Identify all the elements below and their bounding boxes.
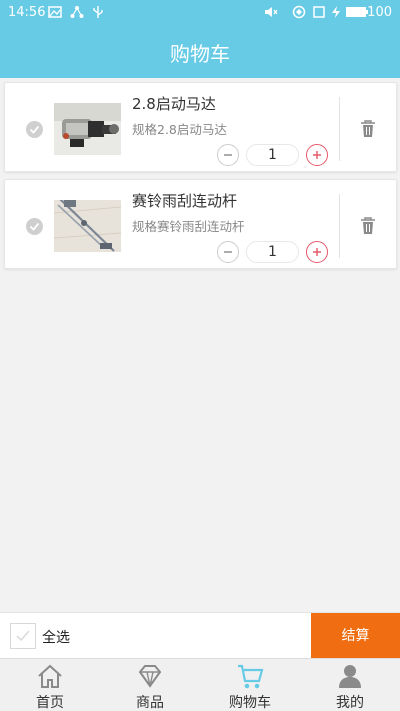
delete-trash-icon[interactable] — [360, 217, 376, 235]
quantity-input[interactable]: 1 — [246, 144, 299, 166]
tab-label: 首页 — [36, 695, 64, 711]
product-image[interactable] — [54, 103, 121, 155]
usb-icon — [93, 6, 103, 18]
header-bar: 14:56 100 购物车 — [0, 0, 400, 78]
checkout-button[interactable]: 结算 — [311, 613, 400, 659]
battery-level: 100 — [367, 5, 392, 20]
product-spec: 规格赛铃雨刮连动杆 — [132, 219, 245, 234]
charging-icon — [332, 6, 340, 18]
product-name: 2.8启动马达 — [132, 95, 216, 113]
minus-icon — [224, 154, 232, 156]
sim-icon — [313, 6, 325, 18]
mute-icon — [265, 7, 278, 17]
product-image[interactable] — [54, 200, 121, 252]
tab-home[interactable]: 首页 — [0, 659, 100, 711]
share-notification-icon — [70, 6, 84, 18]
image-notification-icon — [48, 6, 62, 18]
decrease-quantity-button[interactable] — [217, 144, 239, 166]
minus-icon — [224, 251, 232, 253]
status-time: 14:56 — [8, 5, 46, 20]
page-title: 购物车 — [170, 42, 230, 66]
tab-label: 我的 — [336, 695, 364, 711]
check-icon — [29, 222, 40, 231]
tab-label: 购物车 — [229, 695, 271, 711]
tab-profile[interactable]: 我的 — [300, 659, 400, 711]
quantity-input[interactable]: 1 — [246, 241, 299, 263]
divider — [339, 194, 340, 258]
quantity-stepper: 1 — [217, 144, 332, 166]
tab-cart[interactable]: 购物车 — [200, 659, 300, 711]
cart-icon — [238, 664, 264, 689]
home-icon — [38, 664, 62, 688]
diamond-icon — [138, 665, 162, 688]
signal-icon — [292, 5, 306, 19]
plus-icon — [313, 248, 321, 256]
increase-quantity-button[interactable] — [306, 241, 328, 263]
check-icon — [29, 125, 40, 134]
status-bar: 14:56 100 — [0, 0, 400, 26]
product-spec: 规格2.8启动马达 — [132, 122, 227, 137]
tab-bar: 首页 商品 购物车 我的 — [0, 658, 400, 711]
plus-icon — [313, 151, 321, 159]
battery-icon — [346, 7, 368, 17]
item-select-checkbox[interactable] — [26, 121, 43, 138]
cart-item[interactable]: 2.8启动马达 规格2.8启动马达 1 — [4, 82, 397, 172]
checkout-bar: 全选 结算 — [0, 612, 400, 659]
quantity-stepper: 1 — [217, 241, 332, 263]
item-select-checkbox[interactable] — [26, 218, 43, 235]
divider — [339, 97, 340, 161]
select-all-label[interactable]: 全选 — [42, 627, 70, 647]
tab-label: 商品 — [136, 695, 164, 711]
increase-quantity-button[interactable] — [306, 144, 328, 166]
select-all-checkbox[interactable] — [10, 623, 36, 649]
product-name: 赛铃雨刮连动杆 — [132, 192, 238, 210]
cart-item[interactable]: 赛铃雨刮连动杆 规格赛铃雨刮连动杆 1 — [4, 179, 397, 269]
delete-trash-icon[interactable] — [360, 120, 376, 138]
decrease-quantity-button[interactable] — [217, 241, 239, 263]
user-icon — [339, 665, 361, 688]
check-icon — [16, 630, 30, 642]
tab-products[interactable]: 商品 — [100, 659, 200, 711]
